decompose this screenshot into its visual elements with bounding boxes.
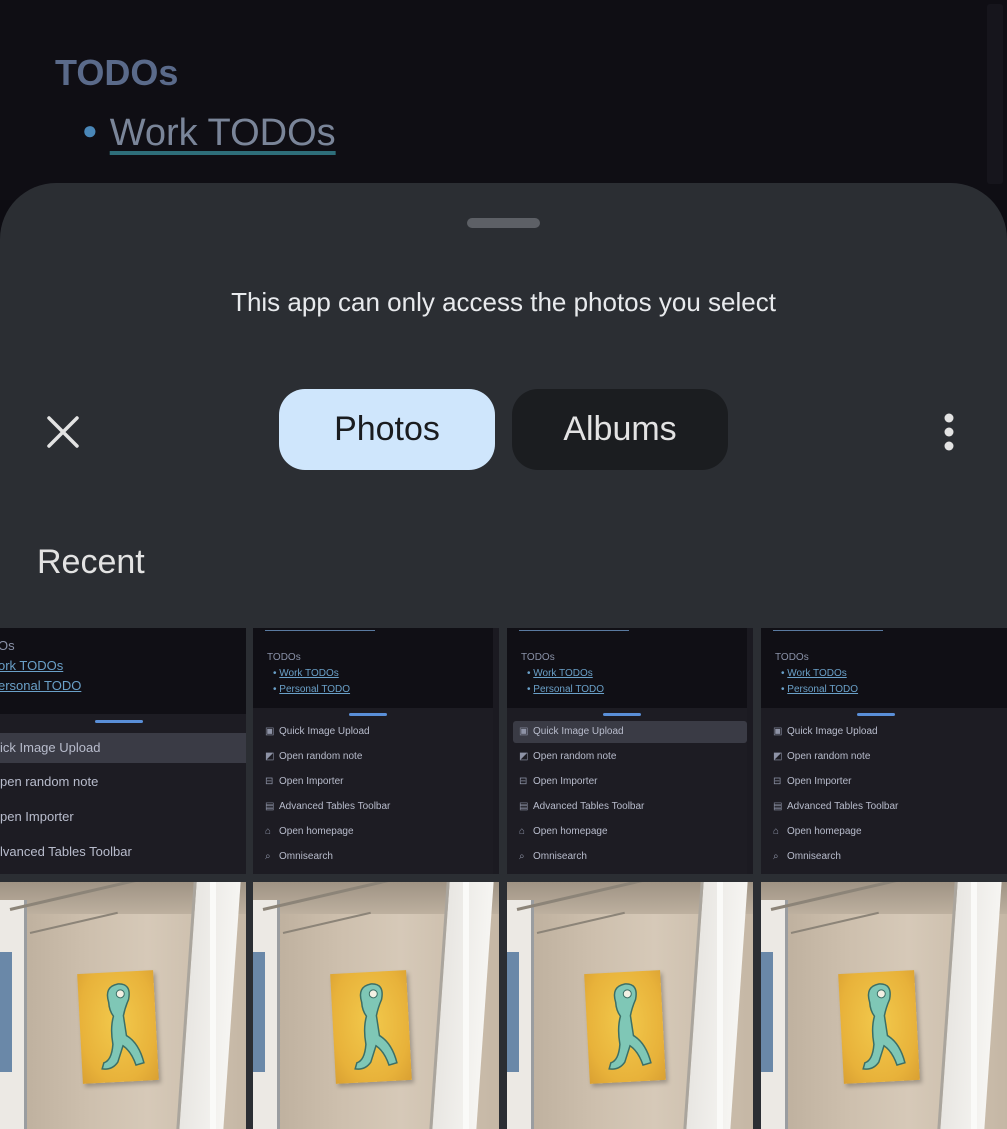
photo-grid: Os ork TODOs ersonal TODO ick Image Uplo… (0, 628, 1007, 1129)
figure-painting-icon (608, 983, 652, 1070)
thumb-menu-item: Open random note (787, 751, 871, 762)
painting (77, 970, 159, 1084)
note-list-item: ● Work TODOs (82, 112, 336, 155)
photo-thumbnail[interactable]: TODOs • Work TODOs • Personal TODO ▣ Quic… (507, 628, 753, 874)
tab-photos[interactable]: Photos (279, 389, 495, 470)
home-icon: ⌂ (773, 826, 780, 837)
search-icon: ⌕ (773, 851, 779, 862)
work-todos-link[interactable]: Work TODOs (110, 112, 336, 154)
thumb-menu-item: Open Importer (279, 776, 344, 787)
home-icon: ⌂ (265, 826, 272, 837)
thumb-link: ersonal TODO (0, 678, 82, 693)
section-recent: Recent (37, 543, 145, 581)
home-icon: ⌂ (519, 826, 526, 837)
thumb-menu-item: Advanced Tables Toolbar (533, 801, 645, 812)
thumb-menu-item: Omnisearch (533, 851, 587, 862)
thumb-menu-item: Open homepage (533, 826, 608, 837)
background-note: TODOs ● Work TODOs (0, 0, 1007, 200)
table-icon: ▤ (773, 801, 783, 812)
background-scrollbar (987, 4, 1003, 184)
thumb-link: Work TODOs (279, 668, 339, 679)
search-icon: ⌕ (519, 851, 525, 862)
thumb-menu-item: Open random note (279, 751, 363, 762)
thumb-menu-item: lvanced Tables Toolbar (0, 844, 132, 859)
close-icon (47, 416, 79, 448)
painting (838, 970, 920, 1084)
import-icon: ⊟ (519, 776, 528, 787)
thumb-menu-item: Advanced Tables Toolbar (787, 801, 899, 812)
painting (330, 970, 412, 1084)
image-icon: ▣ (265, 726, 275, 737)
figure-painting-icon (354, 983, 398, 1070)
random-icon: ◩ (519, 751, 529, 762)
thumb-heading: TODOs (775, 652, 809, 663)
bullet-icon: ● (82, 115, 98, 145)
thumb-menu-item: Open Importer (533, 776, 598, 787)
thumb-menu-item: Open homepage (279, 826, 354, 837)
tab-albums[interactable]: Albums (512, 389, 728, 470)
thumb-menu-item: Open Importer (787, 776, 852, 787)
thumb-heading: Os (0, 638, 15, 653)
table-icon: ▤ (519, 801, 529, 812)
thumb-menu-item: Quick Image Upload (279, 726, 370, 737)
photo-thumbnail[interactable]: TODOs • Work TODOs • Personal TODO ▣ Quic… (761, 628, 1007, 874)
close-button[interactable] (36, 405, 90, 459)
thumb-heading: TODOs (521, 652, 555, 663)
photo-thumbnail[interactable] (761, 882, 1007, 1129)
figure-painting-icon (862, 983, 906, 1070)
random-icon: ◩ (265, 751, 275, 762)
thumb-menu-item: pen random note (0, 774, 99, 789)
thumb-menu-item: Quick Image Upload (787, 726, 878, 737)
painting (584, 970, 666, 1084)
drag-handle[interactable] (467, 218, 540, 228)
import-icon: ⊟ (773, 776, 782, 787)
thumb-link: ork TODOs (0, 658, 64, 673)
thumb-link: Work TODOs (787, 668, 847, 679)
thumb-menu-item: ick Image Upload (0, 733, 246, 763)
more-vert-icon (944, 413, 954, 451)
photo-thumbnail[interactable] (253, 882, 499, 1129)
thumb-menu-item: Open homepage (787, 826, 862, 837)
figure-painting-icon (101, 983, 145, 1070)
access-message: This app can only access the photos you … (231, 287, 776, 317)
more-options-button[interactable] (924, 405, 974, 459)
image-icon: ▣ (773, 726, 783, 737)
thumb-menu-item: Open random note (533, 751, 617, 762)
photo-thumbnail[interactable] (0, 882, 246, 1129)
thumb-link: Personal TODO (787, 684, 859, 695)
search-icon: ⌕ (265, 851, 271, 862)
image-icon: ▣ (519, 726, 529, 737)
random-icon: ◩ (773, 751, 783, 762)
thumb-menu-item: Quick Image Upload (533, 726, 624, 737)
photo-picker-sheet: This app can only access the photos you … (0, 183, 1007, 1129)
thumb-menu-item: Omnisearch (279, 851, 333, 862)
photo-thumbnail[interactable]: Os ork TODOs ersonal TODO ick Image Uplo… (0, 628, 246, 874)
thumb-menu-item: Omnisearch (787, 851, 841, 862)
thumb-menu-item: Advanced Tables Toolbar (279, 801, 391, 812)
note-heading: TODOs (55, 52, 179, 93)
import-icon: ⊟ (265, 776, 274, 787)
thumb-heading: TODOs (267, 652, 301, 663)
table-icon: ▤ (265, 801, 275, 812)
thumb-link: Personal TODO (279, 684, 351, 695)
photo-thumbnail[interactable]: TODOs • Work TODOs • Personal TODO ▣ Quic… (253, 628, 499, 874)
thumb-link: Work TODOs (533, 668, 593, 679)
thumb-link: Personal TODO (533, 684, 605, 695)
photo-thumbnail[interactable] (507, 882, 753, 1129)
thumb-menu-item: pen Importer (0, 809, 74, 824)
